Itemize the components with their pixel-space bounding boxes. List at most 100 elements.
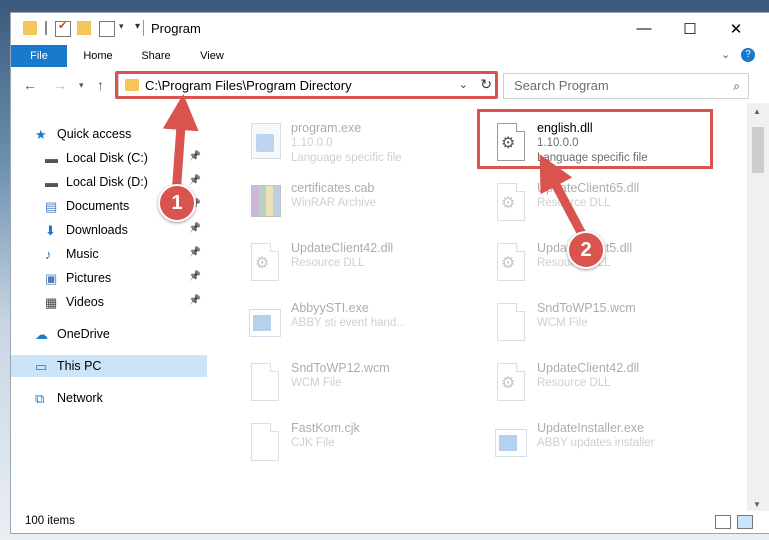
dll-icon: ⚙	[491, 239, 527, 283]
file-name: SndToWP15.wcm	[537, 301, 636, 315]
cloud-icon: ☁	[35, 327, 48, 342]
download-icon: ⬇	[45, 223, 56, 238]
file-item[interactable]: ⚙ UpdateClient65.dll Resource DLL	[491, 177, 731, 233]
dll-icon: ⚙	[491, 359, 527, 403]
sidebar-item-label: OneDrive	[57, 327, 110, 341]
search-icon[interactable]: ⌕	[733, 79, 740, 94]
layout-icon[interactable]	[99, 21, 115, 37]
separator	[143, 20, 144, 36]
file-item[interactable]: program.exe 1.10.0.0 Language specific fil…	[245, 117, 485, 173]
file-name: AbbyySTI.exe	[291, 301, 369, 315]
new-folder-icon[interactable]	[77, 21, 91, 35]
search-input[interactable]: Search Program ⌕	[503, 73, 749, 99]
forward-arrow-icon[interactable]: →	[53, 77, 67, 93]
sidebar-item-onedrive[interactable]: ☁ OneDrive	[11, 323, 207, 345]
tab-share[interactable]: Share	[131, 45, 181, 67]
sidebar-item-label: Documents	[66, 199, 130, 213]
vertical-scrollbar[interactable]: ▲ ▼	[747, 103, 769, 511]
step-marker-2: 2	[567, 231, 605, 269]
file-item[interactable]: certificates.cab WinRAR Archive	[245, 177, 485, 233]
tab-home[interactable]: Home	[73, 45, 123, 67]
star-icon: ★	[35, 127, 47, 142]
file-name: FastKom.cjk	[291, 421, 360, 435]
file-detail: CJK File	[291, 437, 335, 449]
pictures-icon: ▣	[45, 271, 58, 286]
exe-icon	[245, 119, 281, 163]
file-detail: Resource DLL	[291, 257, 365, 269]
status-bar: 100 items	[11, 511, 769, 533]
address-highlight-annotation	[115, 71, 498, 99]
file-item[interactable]: AbbyySTI.exe ABBY sti event hand...	[245, 297, 485, 353]
chevron-down-icon[interactable]: ▾	[119, 21, 133, 35]
network-icon: ⧉	[35, 391, 45, 406]
file-detail: Resource DLL	[537, 377, 611, 389]
separator	[45, 21, 47, 35]
drive-icon: ▬	[45, 175, 58, 190]
file-name: UpdateClient42.dll	[291, 241, 394, 255]
sidebar-item-this-pc[interactable]: ▭ This PC	[11, 355, 207, 377]
scroll-down-icon[interactable]: ▼	[753, 500, 761, 509]
help-icon[interactable]: ?	[741, 48, 755, 62]
sidebar-item-label: Local Disk (D:)	[66, 175, 148, 189]
file-name: UpdateInstaller.exe	[537, 421, 645, 435]
archive-icon	[245, 179, 281, 223]
window-title: Program	[151, 21, 201, 36]
large-icons-view-icon[interactable]	[737, 515, 753, 529]
ribbon-tabs: File Home Share View ⌄ ?	[11, 45, 769, 67]
file-item[interactable]: ⚙UpdateClient5.dllResource DLL	[491, 237, 731, 293]
file-item[interactable]: SndToWP15.wcm WCM File	[491, 297, 731, 353]
tab-view[interactable]: View	[187, 45, 237, 67]
file-item[interactable]: SndToWP12.wcm WCM File	[245, 357, 485, 413]
documents-icon: ▤	[45, 199, 58, 214]
sidebar-item-music[interactable]: ♪ Music 📌	[11, 243, 207, 265]
sidebar-item-label: Quick access	[57, 127, 132, 141]
customize-toolbar-icon[interactable]: ▾	[135, 21, 149, 35]
pin-icon[interactable]: 📌	[189, 151, 201, 162]
item-count: 100 items	[25, 515, 75, 527]
file-detail: Resource DLL	[537, 197, 611, 209]
file-item[interactable]: ⚙ english.dll 1.10.0.0 Language specific fi…	[491, 117, 731, 173]
file-item[interactable]: ⚙ UpdateClient42.dll Resource DLL	[245, 237, 485, 293]
recent-locations-icon[interactable]: ▾	[79, 80, 84, 91]
sidebar-item-downloads[interactable]: ⬇ Downloads 📌	[11, 219, 207, 241]
sidebar-item-videos[interactable]: ▦ Videos 📌	[11, 291, 207, 313]
pin-icon[interactable]: 📌	[189, 175, 201, 186]
file-explorer-window: ✔ ▾ ▾ Program — ☐ ✕ File Home Share View…	[10, 12, 769, 534]
scroll-up-icon[interactable]: ▲	[753, 107, 761, 116]
properties-icon[interactable]: ✔	[55, 20, 71, 37]
dll-icon: ⚙	[245, 239, 281, 283]
sidebar-item-label: Network	[57, 391, 103, 405]
sidebar-item-label: Pictures	[66, 271, 112, 285]
navigation-bar: ← → ▾ ↑ C:\Program Files\Program Directo…	[11, 68, 769, 102]
pin-icon[interactable]: 📌	[189, 295, 201, 306]
file-name: SndToWP12.wcm	[291, 361, 390, 375]
sidebar-item-quick-access[interactable]: ★ Quick access	[11, 123, 207, 145]
sidebar-item-label: This PC	[57, 359, 102, 373]
sidebar-item-network[interactable]: ⧉ Network	[11, 387, 207, 409]
sidebar-item-pictures[interactable]: ▣ Pictures 📌	[11, 267, 207, 289]
file-name: english.dll	[537, 121, 593, 135]
file-item[interactable]: UpdateInstaller.exe ABBY updates installe…	[491, 417, 731, 473]
pin-icon[interactable]: 📌	[189, 223, 201, 234]
up-arrow-icon[interactable]: ↑	[97, 77, 104, 93]
tab-file[interactable]: File	[11, 45, 67, 67]
expand-ribbon-icon[interactable]: ⌄	[721, 48, 730, 61]
app-icon	[245, 299, 281, 343]
back-arrow-icon[interactable]: ←	[23, 77, 37, 93]
maximize-button[interactable]: ☐	[667, 13, 713, 44]
search-placeholder: Search Program	[514, 78, 609, 93]
step-marker-1: 1	[158, 184, 196, 222]
scrollbar-thumb[interactable]	[752, 127, 764, 173]
file-icon	[245, 359, 281, 403]
file-name: UpdateClient42.dll	[537, 361, 640, 375]
sidebar-item-local-disk-c[interactable]: ▬ Local Disk (C:) 📌	[11, 147, 207, 169]
details-view-icon[interactable]	[715, 515, 731, 529]
file-item[interactable]: FastKom.cjk CJK File	[245, 417, 485, 473]
folder-icon[interactable]	[23, 21, 37, 35]
pin-icon[interactable]: 📌	[189, 271, 201, 282]
minimize-button[interactable]: —	[621, 13, 667, 44]
close-button[interactable]: ✕	[713, 13, 759, 44]
pin-icon[interactable]: 📌	[189, 247, 201, 258]
file-list: program.exe 1.10.0.0 Language specific fil…	[207, 103, 747, 511]
file-item[interactable]: ⚙ UpdateClient42.dll Resource DLL	[491, 357, 731, 413]
